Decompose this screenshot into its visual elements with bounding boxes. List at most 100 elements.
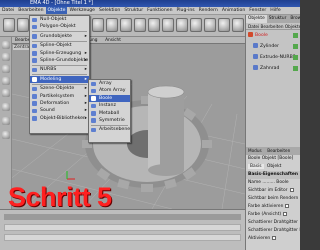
points-mode-icon[interactable] [2,65,10,73]
cube-primitive-icon[interactable] [190,18,202,32]
object-row[interactable]: Extrude-NURBS [246,52,300,63]
visibility-check-icon[interactable] [293,66,298,71]
tab-structure[interactable]: Struktur [267,15,289,23]
polygons-mode-icon[interactable] [2,89,10,97]
menu-hilfe[interactable]: Hilfe [268,7,282,14]
menu-item-partikelsystem[interactable]: Partikelsystem ▸ [30,93,89,100]
menu-item-szene-objekte[interactable]: Szene-Objekte ▸ [30,85,89,92]
attr-field[interactable]: Schattierer Drahtgitter Bo [246,227,300,235]
menu-item-symmetrie[interactable]: Symmetrie [89,117,130,124]
attr-field-label: Aktivieren [248,236,271,241]
menu-item-null-objekt[interactable]: Null-Objekt [30,16,89,23]
light-tool-icon[interactable] [232,18,244,32]
menu-item-spline-grundobjekte[interactable]: Spline-Grundobjekte ▸ [30,57,89,64]
menu-item-spline-objekt[interactable]: Spline-Objekt [30,42,89,49]
attr-tabs: Basis Objekt [246,163,300,171]
attr-field[interactable]: Sichtbar beim Rendern [246,195,300,203]
x-axis-icon[interactable] [120,18,132,32]
attr-menu-edit[interactable]: Bearbeiten [265,147,292,155]
attr-checkbox[interactable] [285,203,290,208]
menu-item-deformation[interactable]: Deformation ▸ [30,100,89,107]
menu-selektion[interactable]: Selektion [97,7,122,14]
menu-werkzeuge[interactable]: Werkzeuge [67,7,97,14]
timeline-row[interactable] [4,234,241,241]
attr-field[interactable]: Sichtbar im Editor [246,187,300,195]
menu-fenster[interactable]: Fenster [247,7,268,14]
menu-item-instanz[interactable]: Instanz [89,102,130,109]
menu-item-label: Spline-Grundobjekte [40,57,89,63]
attr-field[interactable]: Farbe aktivieren [246,203,300,211]
menu-item-metaball[interactable]: Metaball [89,110,130,117]
cylinder-object[interactable] [147,85,185,176]
menu-struktur[interactable]: Struktur [122,7,145,14]
submenu-arrow-icon: ▸ [84,100,87,106]
object-row[interactable]: Zahnrad [246,63,300,74]
attr-tab-object[interactable]: Objekt [265,164,283,169]
object-manager-menu[interactable]: Datei Bearbeiten Objekte [246,23,300,30]
menu-plug-ins[interactable]: Plug-ins [175,7,197,14]
object-row[interactable]: Boole [246,30,300,41]
spline-primitive-icon [32,58,37,63]
rotate-tool-icon[interactable] [106,18,118,32]
scale-tool-icon[interactable] [92,18,104,32]
modeling-icon [32,77,37,82]
menu-item-sound[interactable]: Sound ▸ [30,107,89,114]
modeling-submenu: Array Atom Array Boole Instanz Metaball Symme… [88,79,131,143]
visibility-check-icon[interactable] [293,33,298,38]
attr-field[interactable]: Schattierer Drahtgitter [246,219,300,227]
menu-item-grundobjekte[interactable]: Grundobjekte ▸ [30,33,89,40]
attr-menu-mode[interactable]: Modus [246,147,264,155]
menu-item-polygon-objekt[interactable]: Polygon-Objekt [30,23,89,30]
menu-item-modeling[interactable]: Modeling ▸ [30,75,89,84]
attr-checkbox[interactable] [272,235,277,240]
menu-funktionen[interactable]: Funktionen [145,7,174,14]
undo-icon[interactable] [3,18,15,32]
tab-browser[interactable]: Browser [288,15,300,23]
attr-checkbox[interactable] [283,211,288,216]
object-mode-icon[interactable] [2,53,10,61]
object-type-icon [253,65,258,70]
z-axis-icon[interactable] [148,18,160,32]
visibility-check-icon[interactable] [293,44,298,49]
menu-datei[interactable]: Datei [0,7,16,14]
object-row[interactable]: Zylinder [246,41,300,52]
menu-item-atom-array[interactable]: Atom Array [89,87,130,94]
attr-field[interactable]: Name ......... Boole [246,179,300,187]
menu-animation[interactable]: Animation [220,7,247,14]
window-title: EMA 4D - [Ohne Titel 1 *] [30,0,93,6]
timeline-panel [0,209,245,250]
menu-item-label: Sound [40,108,55,114]
visibility-check-icon[interactable] [293,55,298,60]
attr-tab-basis[interactable]: Basis [248,164,264,169]
menu-item-arbeitsebene[interactable]: Arbeitsebene [89,126,130,133]
menu-item-array[interactable]: Array [89,80,130,87]
deformer-tool-icon[interactable] [218,18,230,32]
model-mode-icon[interactable] [2,41,10,49]
menu-item-objekt-bibliotheken[interactable]: Objekt-Bibliotheken ▸ [30,115,89,122]
menu-item-nurbs[interactable]: NURBS ▸ [30,66,89,73]
menu-item-spline-erzeugung[interactable]: Spline-Erzeugung ▸ [30,50,89,57]
menu-item-boole[interactable]: Boole [89,94,130,103]
particle-icon [32,94,37,99]
nurbs-tool-icon[interactable] [204,18,216,32]
menu-item-label: Atom Array [99,88,126,94]
menu-rendern[interactable]: Rendern [197,7,220,14]
edges-mode-icon[interactable] [2,77,10,85]
texture-mode-icon[interactable] [2,117,10,125]
tab-objects[interactable]: Objekte [246,15,267,23]
render-picture-icon[interactable] [176,18,188,32]
timeline-bar[interactable] [4,214,241,220]
snap-icon[interactable] [2,131,10,139]
attr-field[interactable]: Farbe (Ansicht) [246,211,300,219]
render-view-icon[interactable] [162,18,174,32]
menu-bearbeiten[interactable]: Bearbeiten [16,7,45,14]
object-type-icon [253,43,258,48]
menu-objekte[interactable]: Objekte [45,7,68,14]
attr-field[interactable]: Aktivieren [246,235,300,243]
y-axis-icon[interactable] [134,18,146,32]
axis-mode-icon[interactable] [2,103,10,111]
timeline-row[interactable] [4,224,241,231]
attr-checkbox[interactable] [289,187,294,192]
redo-icon[interactable] [17,18,29,32]
viewport-menu-view[interactable]: Ansicht [102,37,124,44]
